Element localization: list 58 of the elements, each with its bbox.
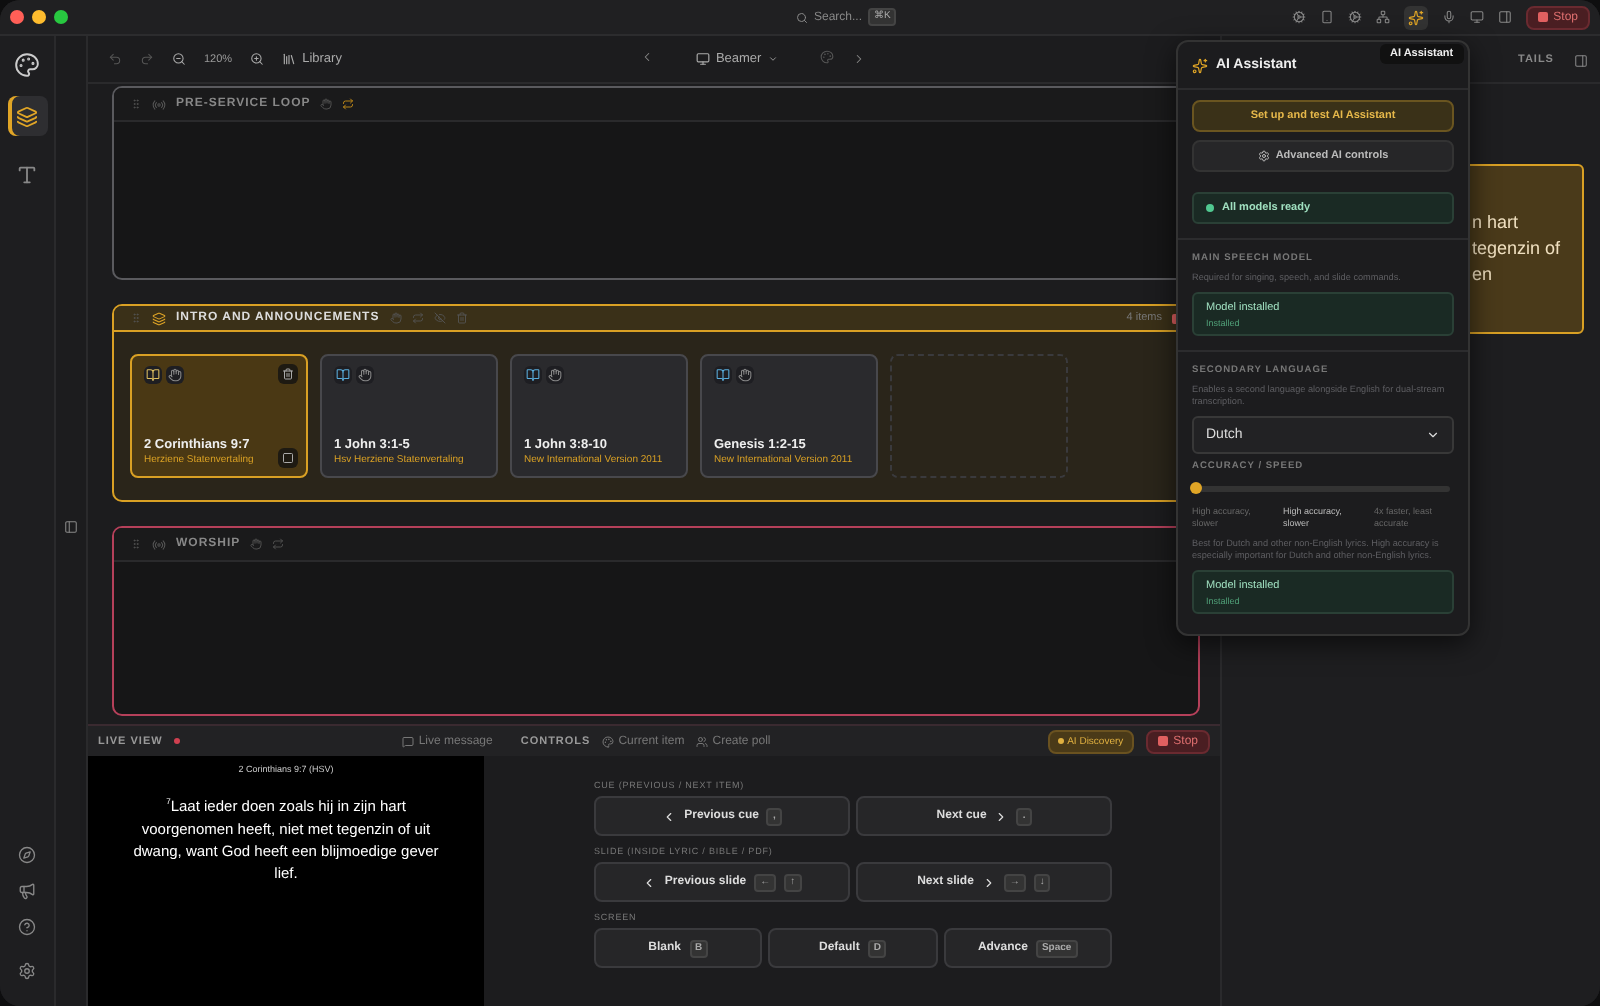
close-button[interactable] [10, 10, 24, 24]
panel-icon[interactable] [1497, 10, 1512, 24]
section-icon [152, 537, 166, 551]
chevron-right-icon [994, 809, 1009, 823]
slider-thumb[interactable] [1190, 482, 1202, 494]
library-icon [282, 52, 297, 66]
layers-icon[interactable] [7, 96, 47, 136]
hand-icon [736, 366, 754, 384]
settings-icon [1257, 150, 1270, 162]
book-icon [714, 366, 732, 384]
hand-icon [166, 366, 184, 384]
slide-text: n hart [1472, 210, 1521, 236]
hand-icon [546, 366, 564, 384]
dial-icon[interactable] [1347, 10, 1362, 24]
users-icon [696, 735, 709, 747]
live-dot [174, 738, 181, 744]
minimize-button[interactable] [32, 10, 46, 24]
panel-icon[interactable] [1574, 53, 1588, 67]
chevron-left-icon[interactable] [639, 50, 654, 64]
palette-icon [602, 735, 615, 747]
chevron-right-icon[interactable] [851, 52, 866, 66]
sparkles-icon [1192, 57, 1208, 73]
zoom-in-icon[interactable] [250, 52, 265, 66]
megaphone-icon[interactable] [18, 882, 36, 900]
settings-icon[interactable] [18, 962, 36, 980]
message-icon [402, 735, 415, 747]
chevron-left-icon [662, 809, 677, 823]
book-icon [524, 366, 542, 384]
help-icon[interactable] [18, 918, 36, 936]
stop-icon[interactable] [278, 448, 298, 468]
phone-icon[interactable] [1319, 10, 1334, 24]
chevron-right-icon [981, 875, 996, 889]
sparkles-icon[interactable] [1403, 5, 1428, 29]
slide-text: en [1472, 262, 1495, 288]
undo-icon[interactable] [108, 52, 122, 66]
book-icon [144, 366, 162, 384]
section-icon [152, 97, 166, 111]
maximize-button[interactable] [54, 10, 68, 24]
chevron-left-icon [642, 875, 657, 889]
compass-icon[interactable] [18, 846, 36, 864]
monitor-icon[interactable] [1469, 10, 1484, 24]
repeat-icon[interactable] [342, 98, 355, 110]
logo-icon [14, 52, 40, 78]
book-icon [334, 366, 352, 384]
network-icon[interactable] [1375, 10, 1390, 24]
palette-icon[interactable] [819, 50, 834, 64]
zoom-out-icon[interactable] [172, 52, 186, 66]
section-icon [152, 311, 166, 325]
slide-text: tegenzin of [1472, 236, 1563, 262]
monitor-icon [695, 52, 710, 66]
dial-icon[interactable] [1291, 10, 1306, 24]
hand-icon [356, 366, 374, 384]
microphone-icon[interactable] [1441, 10, 1456, 24]
trash-icon[interactable] [278, 364, 298, 384]
caret-icon [1426, 428, 1440, 442]
redo-icon[interactable] [140, 52, 154, 66]
caret-icon [767, 54, 778, 64]
search-icon [796, 11, 808, 23]
